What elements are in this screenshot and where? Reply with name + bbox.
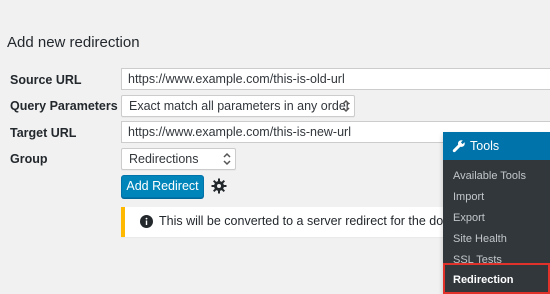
add-redirect-button[interactable]: Add Redirect [121, 175, 204, 198]
group-select[interactable]: Redirections [121, 148, 236, 170]
gear-icon[interactable] [211, 178, 227, 194]
server-redirect-notice: This will be converted to a server redir… [121, 207, 470, 237]
menu-item-import[interactable]: Import [453, 191, 484, 203]
wrench-icon [452, 140, 465, 153]
source-url-input[interactable]: https://www.example.com/this-is-old-url [121, 68, 550, 90]
group-label: Group [10, 152, 48, 166]
query-parameters-select[interactable]: Exact match all parameters in any order [121, 95, 355, 117]
menu-item-available-tools[interactable]: Available Tools [453, 170, 526, 182]
chevron-updown-icon [342, 99, 350, 113]
chevron-updown-icon [223, 152, 231, 166]
redirection-highlight [443, 263, 550, 294]
page-title: Add new redirection [7, 34, 140, 51]
menu-item-site-health[interactable]: Site Health [453, 233, 507, 245]
query-parameters-value: Exact match all parameters in any order [129, 99, 350, 113]
query-parameters-label: Query Parameters [10, 99, 118, 113]
menu-item-export[interactable]: Export [453, 212, 485, 224]
target-url-label: Target URL [10, 126, 77, 140]
group-value: Redirections [129, 152, 199, 166]
tools-menu-header[interactable]: Tools [443, 132, 550, 160]
tools-menu-label: Tools [470, 139, 500, 153]
info-icon [140, 215, 153, 228]
notice-text: This will be converted to a server redir… [159, 214, 471, 228]
source-url-label: Source URL [10, 73, 82, 87]
